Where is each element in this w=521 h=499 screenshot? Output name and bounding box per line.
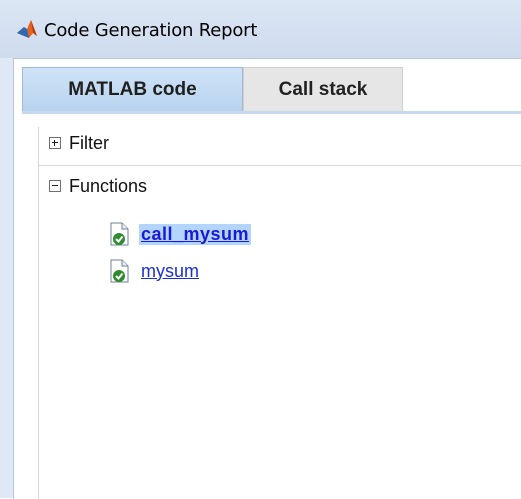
tab-call-stack[interactable]: Call stack [243, 67, 403, 111]
function-link[interactable]: call_mysum [139, 223, 252, 245]
report-window: Code Generation Report MATLAB code Call … [0, 0, 521, 499]
function-link[interactable]: mysum [139, 261, 201, 282]
filter-section[interactable]: Filter [49, 132, 109, 154]
filter-label: Filter [69, 132, 109, 153]
plus-box-icon[interactable] [49, 137, 61, 149]
report-content: MATLAB code Call stack Filter Functions [13, 58, 521, 499]
functions-section[interactable]: Functions [49, 175, 147, 197]
window-title: Code Generation Report [44, 20, 258, 41]
document-check-icon [110, 259, 129, 283]
matlab-logo-icon [17, 20, 37, 38]
title-bar: Code Generation Report [0, 0, 521, 58]
minus-box-icon[interactable] [49, 180, 61, 192]
tab-matlab-code[interactable]: MATLAB code [22, 67, 243, 111]
function-item-call-mysum[interactable]: call_mysum [109, 222, 252, 246]
functions-panel: Filter Functions call_mysum mysum [38, 127, 521, 499]
functions-label: Functions [69, 175, 148, 196]
section-divider [39, 165, 521, 166]
tab-bar: MATLAB code Call stack [14, 59, 521, 115]
document-check-icon [110, 222, 129, 246]
tab-underline [22, 111, 521, 114]
function-item-mysum[interactable]: mysum [109, 259, 201, 283]
